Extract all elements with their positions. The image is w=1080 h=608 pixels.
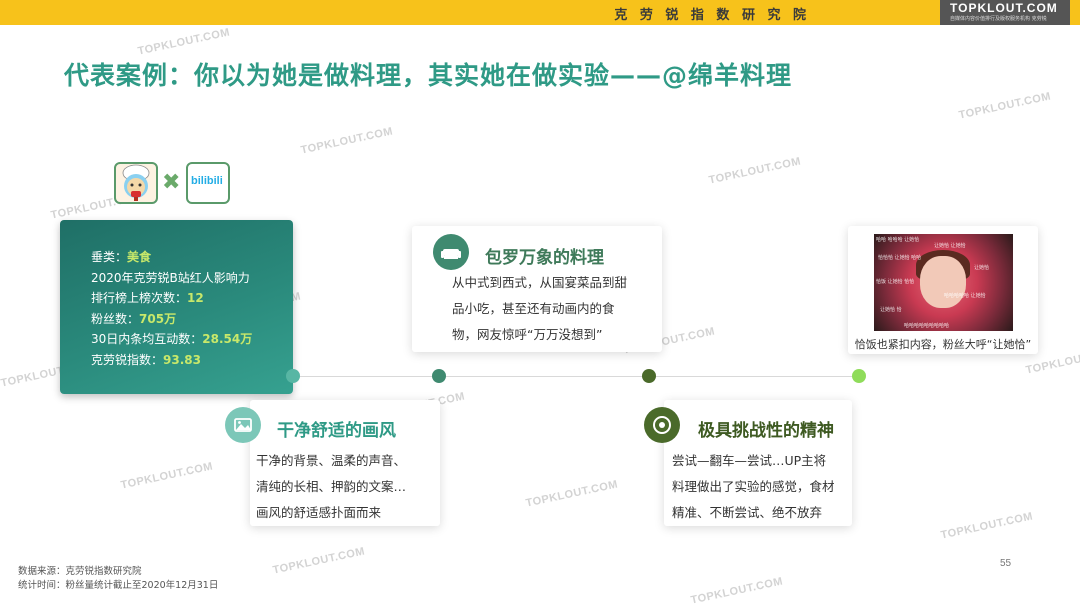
stat-value: 12 (187, 291, 204, 305)
watermark: TOPKLOUT.COM (957, 90, 1053, 122)
feature-title: 包罗万象的料理 (485, 248, 604, 268)
data-period: 统计时间：粉丝量统计截止至2020年12月31日 (18, 580, 219, 591)
feature-body-line: 物，网友惊呼“万万没想到” (452, 327, 603, 342)
timeline-line (293, 376, 859, 377)
danmaku-text: 哈哈哈哈哈哈哈哈哈 (904, 323, 950, 329)
feature-body: 尝试—翻车—尝试…UP主将 料理做出了实验的感觉，食材 精准、不断尝试、绝不放弃 (672, 448, 835, 526)
stats-card: 垂类：美食 2020年克劳锐B站红人影响力 排行榜上榜次数：12 粉丝数：705… (60, 220, 293, 394)
stat-value: 705万 (139, 311, 177, 326)
stat-label: 排行榜上榜次数： (91, 291, 188, 305)
page-title: 代表案例：你以为她是做料理，其实她在做实验——@绵羊料理 (64, 61, 793, 90)
stat-value: 93.83 (163, 352, 201, 367)
target-icon (644, 407, 680, 443)
bilibili-logo-text: bilibili (191, 175, 223, 187)
stat-value: 美食 (127, 250, 152, 264)
feature-body-line: 料理做出了实验的感觉，食材 (672, 479, 835, 494)
watermark: TOPKLOUT.COM (689, 575, 785, 607)
timeline-dot (432, 369, 446, 383)
data-source: 数据来源：克劳锐指数研究院 (18, 566, 142, 577)
feature-body-line: 清纯的长相、押韵的文案… (256, 479, 407, 494)
stat-line: 粉丝数：705万 (91, 309, 293, 330)
danmaku-layer: 哈哈 哈哈哈 让她恰 让她恰 让她恰 恰恰恰 让她恰 哈哈 让她恰 恰饭 让她恰… (874, 234, 1013, 331)
timeline-dot (642, 369, 656, 383)
feature-title: 干净舒适的画风 (277, 421, 396, 441)
feature-title: 极具挑战性的精神 (698, 421, 834, 441)
stat-label: 垂类： (91, 250, 128, 264)
stat-label: 克劳锐指数： (91, 352, 164, 367)
stat-line: 2020年克劳锐B站红人影响力 (91, 268, 293, 289)
brand-logo: TOPKLOUT.COM 自媒体内容价值排行及版权服务机构 克劳锐 (940, 0, 1070, 25)
video-screenshot: 哈哈 哈哈哈 让她恰 让她恰 让她恰 恰恰恰 让她恰 哈哈 让她恰 恰饭 让她恰… (874, 234, 1013, 331)
stat-label: 2020年克劳锐B站红人影响力 (91, 270, 250, 285)
stat-line: 克劳锐指数：93.83 (91, 350, 293, 371)
chef-cartoon-icon (122, 164, 150, 201)
feature-body-line: 干净的背景、温柔的声音、 (256, 453, 407, 468)
brand-logo-subtext: 自媒体内容价值排行及版权服务机构 克劳锐 (950, 16, 1047, 22)
stat-line: 排行榜上榜次数：12 (91, 288, 293, 309)
footer-notes: 数据来源：克劳锐指数研究院 统计时间：粉丝量统计截止至2020年12月31日 (18, 565, 218, 593)
creator-avatar (114, 162, 158, 204)
danmaku-text: 让她恰 恰 (880, 307, 902, 313)
screenshot-caption: 恰饭也紧扣内容，粉丝大呼“让她恰” (854, 338, 1032, 351)
watermark: TOPKLOUT.COM (119, 460, 215, 492)
feature-body: 从中式到西式，从国宴菜品到甜 品小吃，甚至还有动画内的食 物，网友惊呼“万万没想… (452, 270, 627, 348)
danmaku-text: 哈哈哈哈哈 让她恰 (944, 293, 986, 299)
feature-body-line: 品小吃，甚至还有动画内的食 (452, 301, 615, 316)
stat-line: 垂类：美食 (91, 247, 293, 268)
stat-value: 28.54万 (202, 332, 253, 346)
danmaku-text: 让她恰 (974, 265, 990, 271)
cross-icon: ✖ (162, 170, 181, 195)
watermark: TOPKLOUT.COM (136, 26, 232, 58)
top-bar: 克 劳 锐 指 数 研 究 院 TOPKLOUT.COM 自媒体内容价值排行及版… (0, 0, 1080, 25)
timeline-dot (852, 369, 866, 383)
picture-icon (225, 407, 261, 443)
feature-body: 干净的背景、温柔的声音、 清纯的长相、押韵的文案… 画风的舒适感扑面而来 (256, 448, 406, 526)
stat-label: 粉丝数： (91, 311, 140, 326)
bilibili-logo: bilibili (186, 162, 230, 204)
watermark: TOPKLOUT.COM (524, 478, 620, 510)
feature-body-line: 从中式到西式，从国宴菜品到甜 (452, 275, 628, 290)
brand-logo-text: TOPKLOUT.COM (950, 1, 1058, 15)
watermark: TOPKLOUT.COM (707, 155, 803, 187)
feature-body-line: 画风的舒适感扑面而来 (256, 505, 382, 520)
danmaku-text: 恰恰恰 让她恰 哈哈 (878, 255, 922, 261)
video-screenshot-card: 哈哈 哈哈哈 让她恰 让她恰 让她恰 恰恰恰 让她恰 哈哈 让她恰 恰饭 让她恰… (848, 226, 1038, 354)
stat-label: 30日内条均互动数： (91, 332, 203, 346)
watermark: TOPKLOUT.COM (271, 545, 367, 577)
feature-body-line: 精准、不断尝试、绝不放弃 (672, 505, 823, 520)
stat-line: 30日内条均互动数：28.54万 (91, 329, 293, 350)
danmaku-text: 恰饭 让她恰 恰恰 (876, 279, 915, 285)
watermark: TOPKLOUT.COM (939, 510, 1035, 542)
danmaku-text: 哈哈 哈哈哈 让她恰 (876, 237, 920, 243)
org-name: 克 劳 锐 指 数 研 究 院 (614, 8, 810, 23)
sofa-icon (433, 234, 469, 270)
danmaku-text: 让她恰 让她恰 (934, 243, 966, 249)
feature-body-line: 尝试—翻车—尝试…UP主将 (672, 453, 827, 468)
watermark: TOPKLOUT.COM (299, 125, 395, 157)
timeline-dot (286, 369, 300, 383)
page-number: 55 (1000, 558, 1012, 569)
